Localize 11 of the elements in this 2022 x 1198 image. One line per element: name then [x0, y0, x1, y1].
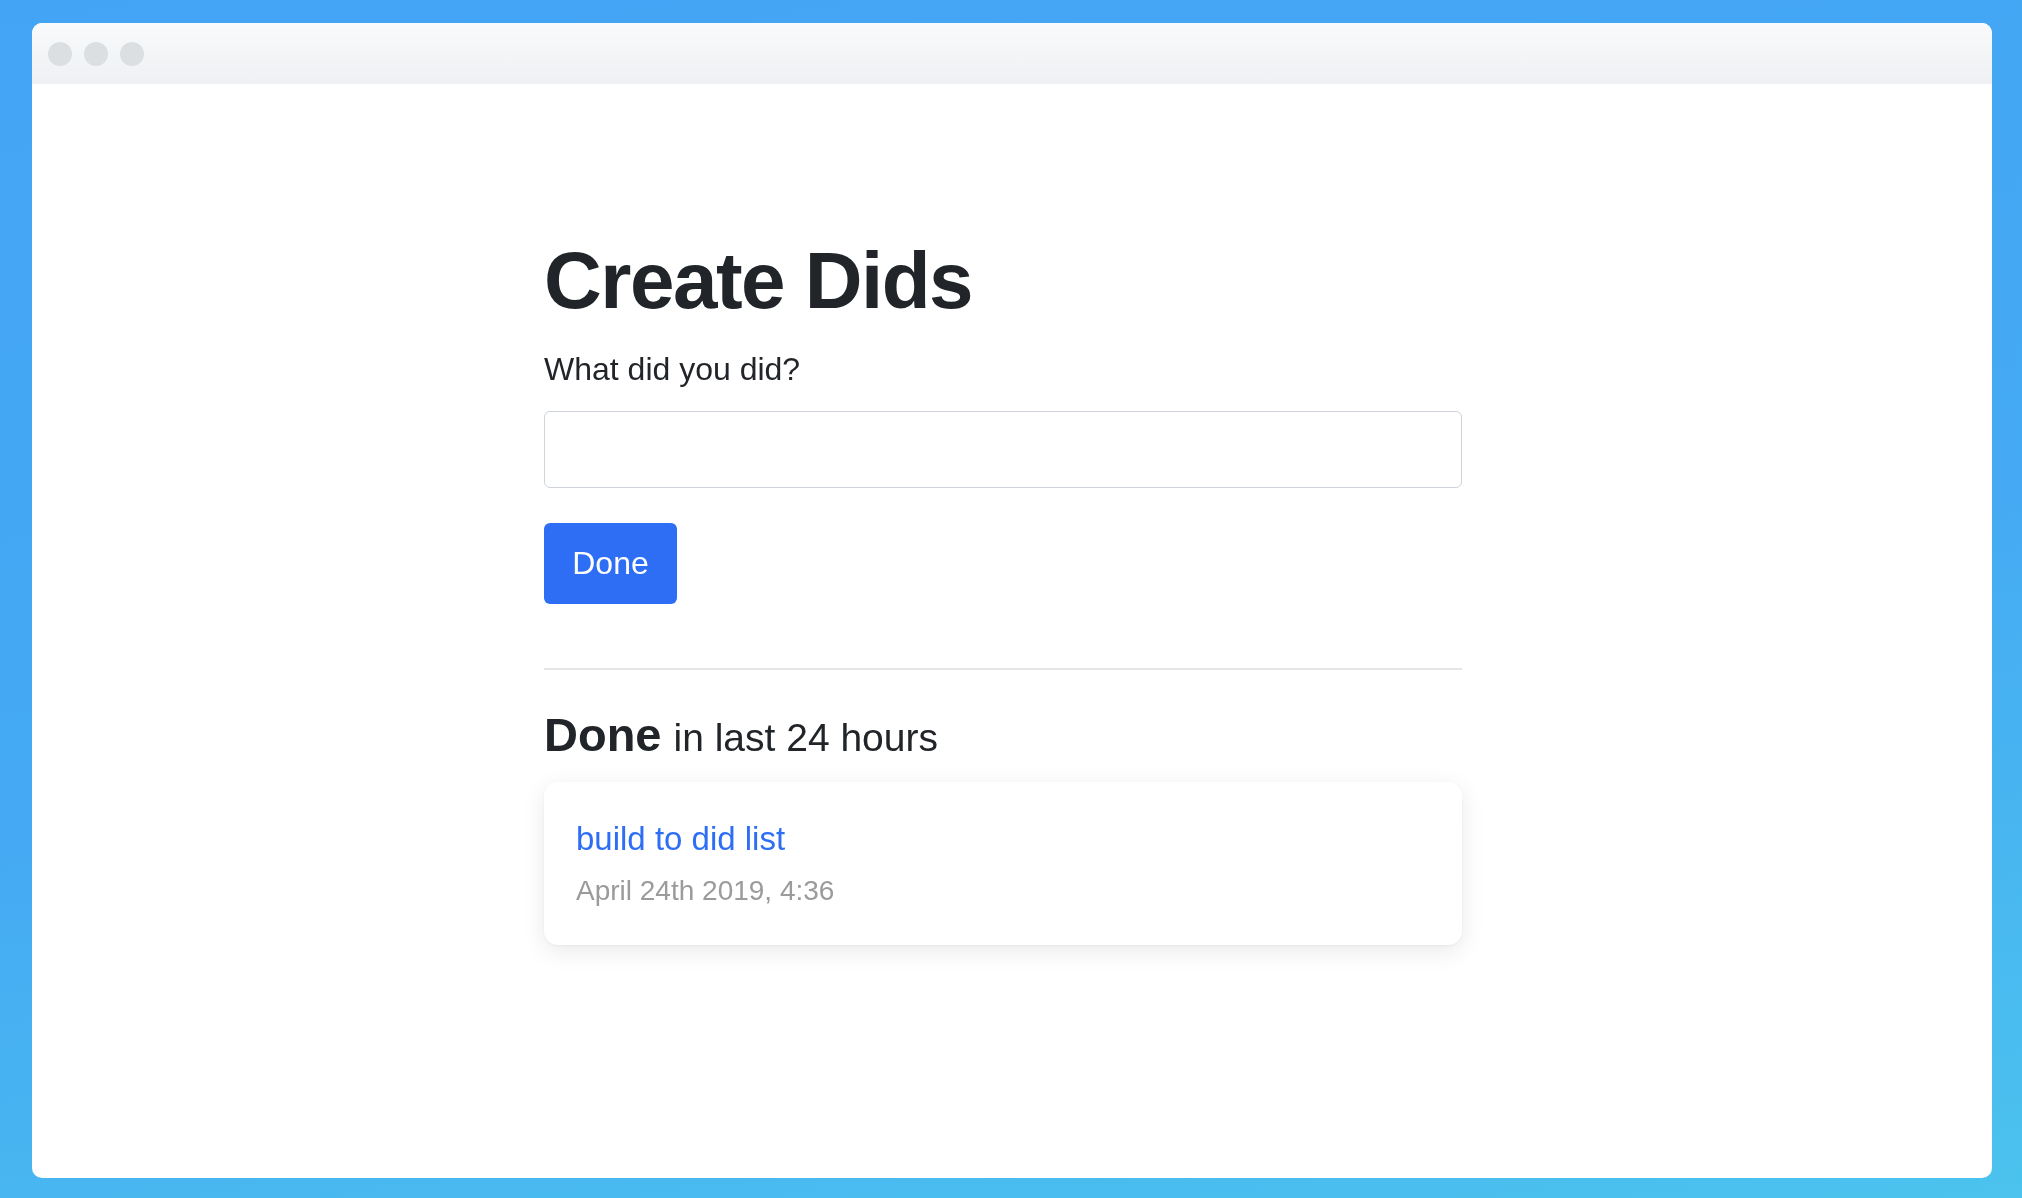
- did-link[interactable]: build to did list: [576, 818, 786, 859]
- timestamp: April 24th 2019, 4:36: [576, 874, 835, 908]
- field-label: What did you did?: [544, 350, 801, 389]
- window-control-icon[interactable]: [48, 41, 72, 66]
- window-control-icon[interactable]: [120, 41, 144, 66]
- section-heading: Done: [544, 707, 662, 764]
- text-input-field[interactable]: [544, 411, 1462, 489]
- heading-caption: in last 24 hours: [673, 715, 938, 762]
- page-title: Create Dids: [544, 235, 973, 327]
- done-button[interactable]: Done: [544, 523, 677, 605]
- window-control-icon[interactable]: [84, 41, 108, 66]
